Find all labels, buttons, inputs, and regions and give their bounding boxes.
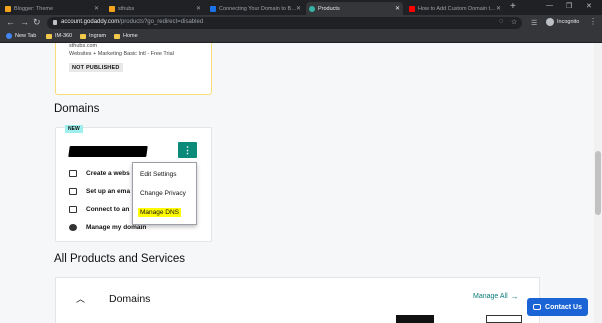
email-icon — [69, 188, 77, 195]
folder-icon — [80, 33, 86, 39]
tab-label: How to Add Custom Domain t… — [418, 5, 496, 12]
connect-icon — [69, 206, 77, 213]
profile-label: Incognito — [557, 19, 580, 25]
contact-label: Contact Us — [545, 303, 582, 311]
status-badge: NOT PUBLISHED — [69, 63, 123, 72]
contact-us-button[interactable]: Contact Us — [527, 298, 588, 316]
facebook-icon — [210, 5, 216, 12]
tab-bar: Blogger: Theme ✕ sthubs ✕ Connecting You… — [0, 0, 602, 15]
menu-dots-icon[interactable]: ⋮ — [589, 17, 597, 26]
truncated-button[interactable] — [396, 315, 434, 323]
reading-list-icon[interactable]: ☰ — [531, 19, 537, 27]
bookmark-new-tab[interactable]: New Tab — [6, 33, 36, 39]
products-group-card: ︿ Domains Manage All → — [55, 277, 540, 323]
section-heading-all-products: All Products and Services — [54, 253, 186, 265]
setup-email-link[interactable]: Set up an ema — [69, 188, 130, 195]
blogger-icon — [5, 5, 11, 12]
bookmark-label: Home — [123, 33, 138, 39]
bookmark-home[interactable]: Home — [114, 33, 138, 39]
scrollbar-thumb[interactable] — [595, 151, 601, 215]
manage-all-label: Manage All — [473, 293, 508, 300]
section-heading-domains: Domains — [54, 103, 100, 115]
incognito-icon — [546, 18, 554, 26]
redacted-domain-name — [68, 146, 148, 157]
folder-icon — [114, 33, 120, 39]
eye-off-icon[interactable]: ◌ — [499, 18, 503, 25]
new-tab-button[interactable]: + — [510, 1, 516, 12]
truncated-outline-button[interactable] — [486, 315, 522, 323]
row-label: Set up an ema — [86, 188, 131, 195]
browser-window-icon — [69, 170, 77, 177]
close-icon[interactable]: ✕ — [296, 5, 301, 12]
bookmarks-bar: New Tab IM-360 Ingram Home — [0, 31, 602, 43]
chat-bubble-icon — [533, 304, 542, 310]
tab-label: sthubs — [118, 5, 135, 12]
row-label: Create a webs — [86, 170, 130, 177]
chevron-up-icon[interactable]: ︿ — [76, 292, 85, 305]
reload-icon[interactable]: ↻ — [33, 17, 41, 28]
tab-youtube[interactable]: How to Add Custom Domain t… ✕ — [406, 2, 504, 15]
plan-name: Websites + Marketing Basic Intl - Free T… — [69, 51, 174, 57]
connect-link[interactable]: Connect to an — [69, 206, 129, 213]
youtube-icon — [409, 5, 415, 12]
manage-domain-link[interactable]: Manage my domain — [69, 224, 146, 231]
incognito-indicator[interactable]: Incognito — [546, 18, 579, 26]
browser-toolbar: ← → ↻ account.godaddy.com/products?go_re… — [0, 15, 602, 31]
bookmark-label: New Tab — [15, 33, 37, 39]
lock-icon — [53, 20, 57, 25]
page-scrollbar[interactable] — [594, 43, 602, 323]
tab-sthubs[interactable]: sthubs ✕ — [106, 2, 204, 15]
page-content: sthubs.com Websites + Marketing Basic In… — [0, 43, 594, 323]
row-label: Connect to an — [86, 206, 130, 213]
globe-icon — [69, 224, 77, 231]
tab-label: Connecting Your Domain to B… — [219, 5, 297, 12]
close-icon[interactable]: ✕ — [196, 5, 201, 12]
address-bar[interactable]: account.godaddy.com/products?go_redirect… — [47, 17, 522, 29]
menu-item-change-privacy[interactable]: Change Privacy — [140, 190, 186, 197]
url-text: account.godaddy.com/products?go_redirect… — [61, 19, 204, 25]
website-card[interactable]: sthubs.com Websites + Marketing Basic In… — [55, 43, 212, 95]
minimize-icon[interactable]: — — [546, 2, 553, 9]
tab-products[interactable]: Products ✕ — [306, 2, 403, 15]
star-icon[interactable]: ☆ — [511, 18, 517, 26]
new-badge: NEW — [65, 125, 83, 133]
menu-item-manage-dns[interactable]: Manage DNS — [138, 208, 182, 217]
bookmark-ingram[interactable]: Ingram — [80, 33, 106, 39]
tab-connecting-domain[interactable]: Connecting Your Domain to B… ✕ — [207, 2, 304, 15]
bookmark-label: IM-360 — [55, 33, 73, 39]
forward-arrow-icon[interactable]: → — [20, 17, 29, 27]
manage-all-link[interactable]: Manage All → — [473, 292, 519, 301]
group-title: Domains — [109, 293, 151, 305]
bookmark-im360[interactable]: IM-360 — [46, 33, 72, 39]
google-icon — [6, 33, 12, 39]
maximize-icon[interactable]: ❐ — [566, 2, 572, 10]
arrow-right-icon: → — [510, 292, 519, 301]
domain-actions-menu: Edit Settings Change Privacy Manage DNS — [132, 162, 197, 225]
close-icon[interactable]: ✕ — [496, 5, 501, 12]
back-arrow-icon[interactable]: ← — [6, 17, 15, 27]
tab-blogger[interactable]: Blogger: Theme ✕ — [2, 2, 102, 15]
kebab-menu-button[interactable]: ⋮ — [178, 142, 197, 158]
tab-label: Blogger: Theme — [14, 5, 54, 12]
create-website-link[interactable]: Create a webs — [69, 170, 130, 177]
window-close-icon[interactable]: ✕ — [586, 2, 592, 10]
row-label: Manage my domain — [86, 224, 147, 231]
godaddy-icon — [309, 5, 315, 12]
site-name: sthubs.com — [69, 43, 98, 49]
close-icon[interactable]: ✕ — [395, 5, 400, 12]
folder-icon — [46, 33, 52, 39]
close-icon[interactable]: ✕ — [94, 5, 99, 12]
blogger-icon — [109, 5, 115, 12]
bookmark-label: Ingram — [89, 33, 107, 39]
tab-label: Products — [318, 5, 340, 12]
menu-item-edit-settings[interactable]: Edit Settings — [140, 171, 177, 178]
